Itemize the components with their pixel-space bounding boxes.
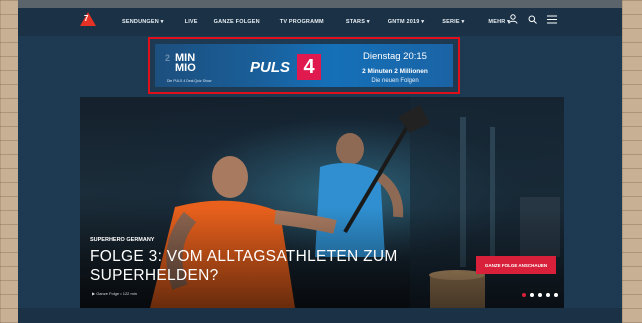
slider-dot[interactable] (554, 293, 558, 297)
slider-dot[interactable] (530, 293, 534, 297)
ad-airtime: Dienstag 20:15 (363, 51, 427, 62)
nav-item-live[interactable]: LIVE (185, 19, 198, 25)
brick-wall-left (0, 0, 18, 323)
nav-items: SENDUNGEN ▾ LIVE GANZE FOLGEN TV PROGRAM… (122, 8, 510, 36)
nav-item-stars[interactable]: STARS ▾ (346, 19, 370, 25)
ad-show-logo-text: MIN MIO (175, 52, 196, 74)
menu-icon[interactable] (547, 15, 557, 24)
slider-dot[interactable] (538, 293, 542, 297)
slider-dot[interactable] (546, 293, 550, 297)
nav-item-sendungen[interactable]: SENDUNGEN ▾ (122, 19, 164, 25)
watch-full-episode-button[interactable]: GANZE FOLGE ANSCHAUEN (476, 256, 556, 274)
slider-dots (522, 293, 558, 297)
ad-banner-frame: 2 MIN MIO Die PULS 4 Deal Quiz Show PULS… (148, 37, 460, 94)
search-icon[interactable] (528, 15, 537, 24)
page: 7 SENDUNGEN ▾ LIVE GANZE FOLGEN TV PROGR… (18, 0, 622, 323)
ad-show-logo: 2 MIN MIO (165, 52, 196, 74)
ad-show-title: 2 Minuten 2 Millionen (362, 68, 428, 75)
brick-wall-right (622, 0, 642, 323)
nav-item-serie[interactable]: SERIE ▾ (442, 19, 464, 25)
slider-dot[interactable] (522, 293, 526, 297)
hero-title[interactable]: FOLGE 3: VOM ALLTAGSATHLETEN ZUM SUPERHE… (90, 247, 430, 285)
nav-icons (508, 14, 557, 24)
bottom-bar (18, 308, 622, 323)
top-strip (18, 0, 622, 8)
user-icon[interactable] (508, 14, 518, 24)
ad-show-subtitle: Die neuen Folgen (371, 78, 419, 84)
nav-item-tv-programm[interactable]: TV PROGRAMM (280, 19, 324, 25)
ad-channel-logo: PULS (250, 59, 291, 76)
ad-tagline: Die PULS 4 Deal Quiz Show (167, 79, 212, 83)
logo-number: 7 (84, 14, 89, 23)
nav-item-mehr[interactable]: MEHR ▾ (488, 19, 510, 25)
hero-meta: ▶ Ganze Folge • 122 min (92, 291, 137, 296)
hero-slider[interactable]: SUPERHERO GERMANY FOLGE 3: VOM ALLTAGSAT… (80, 97, 564, 308)
hero-show-name: SUPERHERO GERMANY (90, 237, 155, 243)
ad-banner[interactable]: 2 MIN MIO Die PULS 4 Deal Quiz Show PULS… (155, 44, 453, 87)
ad-channel-number: 4 (297, 54, 321, 80)
nav-item-ganze-folgen[interactable]: GANZE FOLGEN (214, 19, 260, 25)
nav-item-gntm-2019[interactable]: GNTM 2019 ▾ (388, 19, 424, 25)
